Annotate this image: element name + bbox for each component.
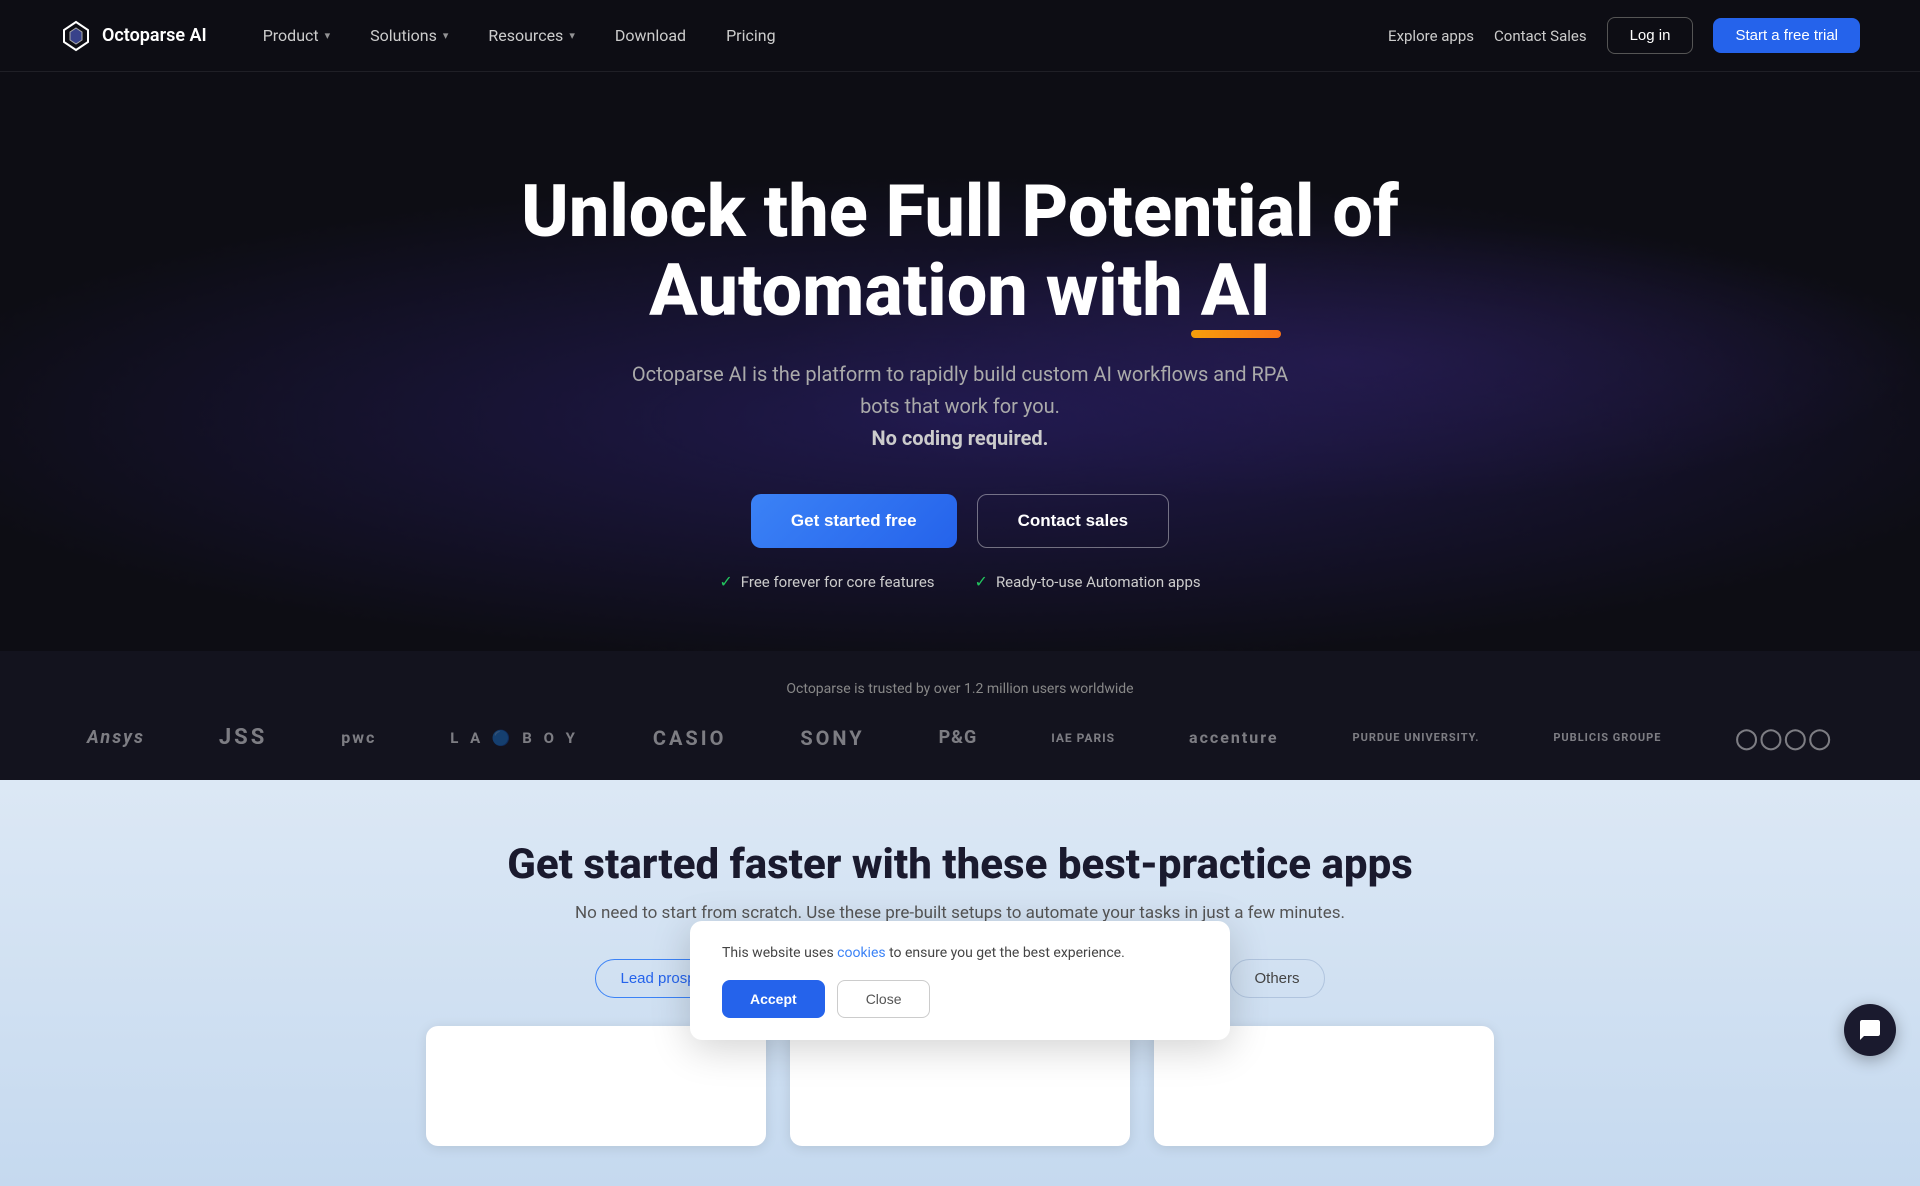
nav-solutions[interactable]: Solutions ▾ (354, 18, 464, 53)
contact-sales-link[interactable]: Contact Sales (1494, 27, 1587, 45)
cookie-box: This website uses cookies to ensure you … (690, 921, 1230, 1040)
login-button[interactable]: Log in (1607, 17, 1694, 54)
chevron-down-icon: ▾ (325, 29, 331, 42)
logo-casio: CASIO (653, 726, 726, 750)
logo-jss: JSS (219, 725, 267, 750)
cookie-text: This website uses cookies to ensure you … (722, 943, 1198, 964)
tab-others[interactable]: Others (1230, 959, 1325, 998)
nav-right: Explore apps Contact Sales Log in Start … (1388, 17, 1860, 54)
check-icon-1: ✓ (719, 572, 732, 591)
logo-laboy: L A 🔵 B O Y (450, 729, 579, 747)
logo-pwc: pwc (341, 728, 376, 747)
hero-checks: ✓ Free forever for core features ✓ Ready… (719, 572, 1200, 591)
chevron-down-icon: ▾ (443, 29, 449, 42)
check-item-1: ✓ Free forever for core features (719, 572, 934, 591)
cookie-close-button[interactable]: Close (837, 980, 931, 1018)
hero-headline: Unlock the Full Potential of Automation … (521, 172, 1399, 330)
logo-accenture: accenture (1189, 728, 1279, 747)
app-card-2[interactable] (790, 1026, 1130, 1146)
ai-underline (1191, 330, 1281, 338)
navbar: Octoparse AI Product ▾ Solutions ▾ Resou… (0, 0, 1920, 72)
hero-section: Unlock the Full Potential of Automation … (0, 72, 1920, 651)
cards-row (60, 1026, 1860, 1146)
logos-row: Ansys JSS pwc L A 🔵 B O Y CASIO SONY P&G… (60, 725, 1860, 750)
cookie-buttons: Accept Close (722, 980, 1198, 1018)
check-item-2: ✓ Ready-to-use Automation apps (975, 572, 1201, 591)
brand-name: Octoparse AI (102, 25, 207, 46)
app-card-1[interactable] (426, 1026, 766, 1146)
logo-iae: IAE PARIS (1051, 731, 1115, 745)
nav-links: Product ▾ Solutions ▾ Resources ▾ Downlo… (247, 18, 792, 53)
contact-sales-button[interactable]: Contact sales (977, 494, 1170, 548)
logo-icon (60, 20, 92, 52)
logo-audi: ◯◯◯◯ (1735, 726, 1833, 750)
apps-title: Get started faster with these best-pract… (60, 840, 1860, 889)
trust-banner: Octoparse is trusted by over 1.2 million… (0, 651, 1920, 780)
nav-download[interactable]: Download (599, 18, 702, 53)
logo[interactable]: Octoparse AI (60, 20, 207, 52)
logo-pg: P&G (939, 727, 978, 748)
start-trial-button[interactable]: Start a free trial (1713, 18, 1860, 53)
get-started-button[interactable]: Get started free (751, 494, 957, 548)
nav-product[interactable]: Product ▾ (247, 18, 346, 53)
chat-icon (1858, 1018, 1882, 1042)
logo-sony: SONY (800, 726, 864, 750)
nav-resources[interactable]: Resources ▾ (472, 18, 590, 53)
hero-subtext: Octoparse AI is the platform to rapidly … (610, 358, 1310, 454)
logo-purdue: PURDUE UNIVERSITY. (1353, 731, 1480, 744)
logo-publicis: PUBLICIS GROUPE (1553, 731, 1661, 744)
check-icon-2: ✓ (975, 572, 988, 591)
hero-buttons: Get started free Contact sales (751, 494, 1169, 548)
nav-left: Octoparse AI Product ▾ Solutions ▾ Resou… (60, 18, 792, 53)
cookies-link[interactable]: cookies (837, 945, 885, 961)
app-card-3[interactable] (1154, 1026, 1494, 1146)
cookie-accept-button[interactable]: Accept (722, 980, 825, 1018)
chat-button[interactable] (1844, 1004, 1896, 1056)
chevron-down-icon: ▾ (569, 29, 575, 42)
explore-apps-link[interactable]: Explore apps (1388, 27, 1474, 45)
nav-pricing[interactable]: Pricing (710, 18, 792, 53)
trust-text: Octoparse is trusted by over 1.2 million… (60, 681, 1860, 697)
logo-ansys: Ansys (87, 727, 145, 748)
hero-ai-word: AI (1201, 251, 1271, 330)
